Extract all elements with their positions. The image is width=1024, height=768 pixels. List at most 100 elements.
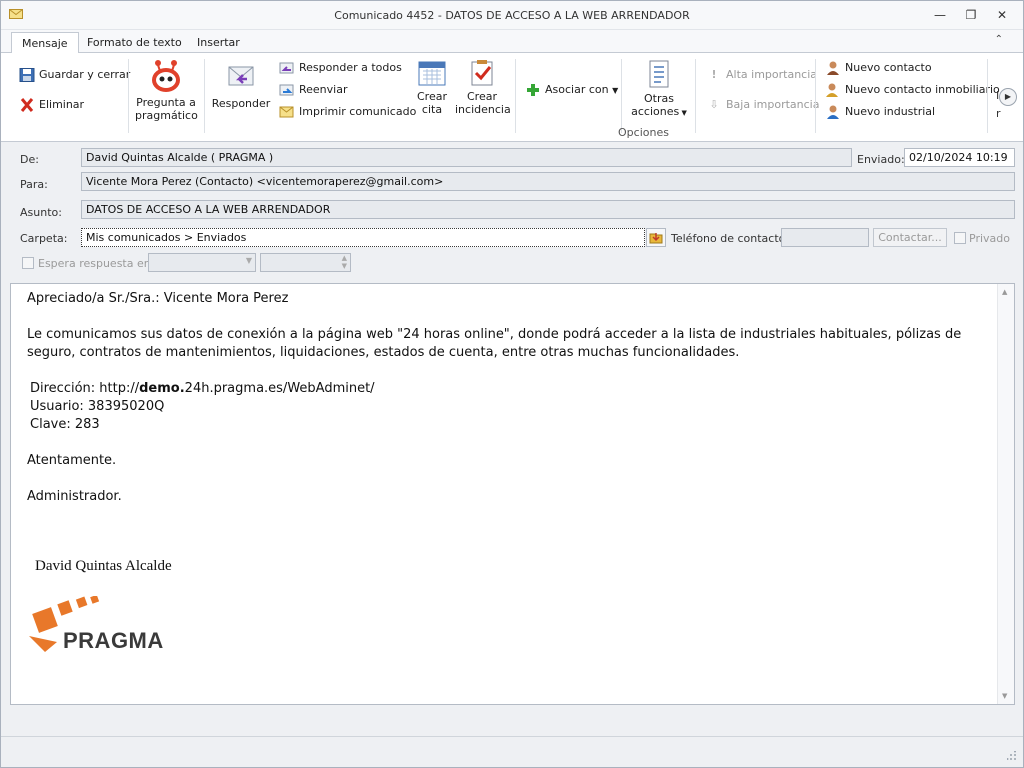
save-close-button[interactable]: Guardar y cerrar	[19, 65, 130, 85]
body-text: Apreciado/a Sr./Sra.: Vicente Mora Perez…	[27, 290, 997, 524]
ask-label-2: pragmático	[135, 109, 198, 122]
phone-field[interactable]	[781, 228, 869, 247]
new-contact-button[interactable]: Nuevo contacto	[825, 58, 932, 78]
await-reply-select[interactable]: ▼	[148, 253, 256, 272]
private-checkbox[interactable]	[954, 232, 966, 244]
ask-pragmatico-button[interactable]: Pregunta a pragmático	[135, 59, 198, 122]
worker-icon	[827, 105, 839, 119]
message-body[interactable]: Apreciado/a Sr./Sra.: Vicente Mora Perez…	[10, 283, 1015, 705]
resize-grip-icon[interactable]	[1007, 751, 1017, 761]
await-reply-time-stepper[interactable]: ▲ ▼	[260, 253, 351, 272]
reply-all-button[interactable]: Responder a todos	[279, 58, 402, 78]
sent-date-field: 02/10/2024 10:19	[904, 148, 1015, 167]
print-label: Imprimir comunicado	[299, 105, 417, 118]
new-industrial-button[interactable]: Nuevo industrial	[825, 102, 935, 122]
separator	[695, 59, 696, 133]
contact-button[interactable]: Contactar...	[873, 228, 947, 247]
print-button[interactable]: Imprimir comunicado	[279, 102, 416, 122]
to-label: Para:	[20, 178, 48, 191]
phone-label: Teléfono de contacto:	[671, 232, 790, 245]
signature-name: David Quintas Alcalde	[35, 558, 172, 574]
private-label: Privado	[969, 232, 1010, 245]
to-field[interactable]: Vicente Mora Perez (Contacto) <vicentemo…	[81, 172, 1015, 191]
tab-mensaje[interactable]: Mensaje	[11, 32, 79, 54]
ribbon: Guardar y cerrar Eliminar Pregunta a pra…	[1, 53, 1023, 142]
associate-with-dropdown[interactable]: Asociar con ▼	[525, 80, 618, 100]
address-line: Dirección: http://demo.24h.pragma.es/Web…	[27, 380, 997, 398]
separator	[128, 59, 129, 133]
delete-label: Eliminar	[39, 98, 85, 111]
new-real-estate-contact-label: Nuevo contacto inmobiliario	[845, 83, 1000, 96]
reply-all-label: Responder a todos	[299, 61, 402, 74]
high-importance-label: Alta importancia	[726, 68, 818, 81]
await-reply-checkbox[interactable]	[22, 257, 34, 269]
create-appointment-button[interactable]: Crear cita	[413, 59, 451, 116]
folder-field[interactable]: Mis comunicados > Enviados	[81, 228, 645, 247]
ribbon-tabs: Mensaje Formato de texto Insertar ⌃	[1, 30, 1023, 54]
down-arrow-icon: ⇩	[709, 98, 719, 111]
save-close-label: Guardar y cerrar	[39, 68, 131, 81]
dropdown-arrow-icon: ▼	[612, 86, 619, 95]
ribbon-scroll-right-button[interactable]: ▶	[999, 88, 1017, 106]
other-actions-dropdown[interactable]: Otras acciones ▼	[629, 59, 689, 118]
calendar-icon	[418, 61, 446, 86]
body-paragraph: Le comunicamos sus datos de conexión a l…	[27, 327, 962, 360]
folder-picker-button[interactable]	[646, 228, 666, 247]
delete-button[interactable]: Eliminar	[19, 95, 84, 115]
high-importance-button[interactable]: ! Alta importancia	[706, 65, 817, 85]
separator	[515, 59, 516, 133]
scroll-down-icon[interactable]: ▼	[1002, 692, 1007, 700]
communique-window: Comunicado 4452 - DATOS DE ACCESO A LA W…	[0, 0, 1024, 768]
print-envelope-icon	[279, 106, 294, 118]
forward-button[interactable]: Reenviar	[279, 80, 348, 100]
reply-envelope-icon	[228, 66, 254, 86]
folder-icon	[649, 233, 663, 244]
create-incident-label-1: Crear	[467, 90, 497, 103]
low-importance-button[interactable]: ⇩ Baja importancia	[706, 95, 819, 115]
collapse-ribbon-icon[interactable]: ⌃	[995, 34, 1003, 45]
status-bar	[1, 736, 1023, 767]
group-label-opciones: Opciones	[618, 126, 669, 139]
dropdown-arrow-icon: ▼	[245, 256, 252, 265]
separator	[815, 59, 816, 133]
reply-button[interactable]: Responder	[211, 59, 271, 110]
pragma-logo-text: PRAGMA	[63, 628, 164, 653]
forward-icon	[279, 84, 294, 96]
create-incident-label-2: incidencia	[455, 103, 511, 116]
reply-label: Responder	[211, 97, 271, 110]
exclamation-icon: !	[711, 68, 717, 81]
other-actions-label-2: acciones	[631, 105, 680, 118]
address-bold: demo.	[139, 381, 185, 396]
tab-insertar[interactable]: Insertar	[187, 32, 250, 54]
robot-mascot-icon	[152, 60, 180, 92]
spinner-icon: ▲ ▼	[341, 254, 347, 270]
sent-label: Enviado:	[857, 153, 905, 166]
maximize-button[interactable]: ❐	[958, 6, 984, 24]
separator	[621, 59, 622, 133]
separator	[987, 59, 988, 133]
person-house-icon	[826, 83, 838, 97]
status-area	[1, 706, 1023, 736]
create-appointment-label-1: Crear	[417, 90, 447, 103]
pragma-logo: PRAGMA	[27, 594, 197, 659]
minimize-button[interactable]: —	[927, 6, 953, 24]
tab-formato-de-texto[interactable]: Formato de texto	[77, 32, 192, 54]
close-button[interactable]: ✕	[989, 6, 1015, 24]
subject-label: Asunto:	[20, 206, 62, 219]
body-scrollbar[interactable]: ▲ ▼	[997, 284, 1014, 704]
create-incident-button[interactable]: Crear incidencia	[455, 59, 511, 116]
address-rest: 24h.pragma.es/WebAdminet/	[184, 381, 375, 396]
associate-label: Asociar con	[545, 83, 609, 96]
person-icon	[827, 61, 839, 75]
other-actions-label-1: Otras	[644, 92, 674, 105]
subject-field[interactable]: DATOS DE ACCESO A LA WEB ARRENDADOR	[81, 200, 1015, 219]
reply-all-icon	[279, 62, 294, 74]
separator	[204, 59, 205, 133]
from-label: De:	[20, 153, 39, 166]
new-real-estate-contact-button[interactable]: Nuevo contacto inmobiliario	[825, 80, 1000, 100]
greeting-text: Apreciado/a Sr./Sra.: Vicente Mora Perez	[27, 291, 289, 306]
title-bar: Comunicado 4452 - DATOS DE ACCESO A LA W…	[1, 1, 1023, 30]
scroll-up-icon[interactable]: ▲	[1002, 288, 1007, 296]
closing-text: Atentamente.	[27, 453, 117, 468]
address-label: Dirección: http://	[30, 381, 140, 396]
